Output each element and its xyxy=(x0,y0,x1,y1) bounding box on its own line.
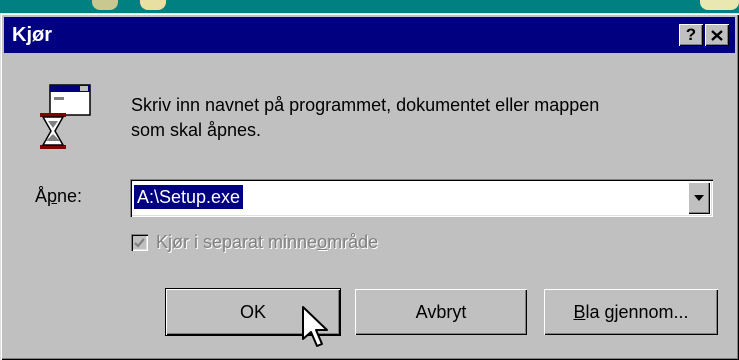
separate-memory-label-accel: o xyxy=(317,232,328,252)
separate-memory-label: Kjør i separat minneområde xyxy=(156,232,378,253)
dropdown-arrow-icon xyxy=(694,195,704,201)
open-label-accel: p xyxy=(47,186,58,206)
close-button[interactable] xyxy=(705,24,729,46)
open-label: Åpne: xyxy=(35,186,82,207)
help-button[interactable]: ? xyxy=(679,24,703,46)
run-dialog: Kjør ? Skriv inn navnet på programmet, d… xyxy=(0,13,739,360)
separate-memory-checkbox[interactable] xyxy=(131,234,148,251)
separate-memory-option: Kjør i separat minneområde xyxy=(131,232,378,253)
title-bar[interactable]: Kjør ? xyxy=(4,17,735,53)
open-combobox[interactable]: A:\Setup.exe xyxy=(130,179,713,217)
browse-label-accel: B xyxy=(573,301,586,322)
browse-button[interactable]: Bla gjennom... xyxy=(544,289,718,335)
open-label-post: ne: xyxy=(57,186,83,206)
open-label-pre: Å xyxy=(35,186,48,206)
desktop-icon-fragment xyxy=(140,0,166,10)
window-title: Kjør xyxy=(12,23,52,46)
program-hourglass-icon xyxy=(40,84,91,149)
cancel-button[interactable]: Avbryt xyxy=(355,289,527,335)
open-input-value[interactable]: A:\Setup.exe xyxy=(134,185,244,209)
instruction-text: Skriv inn navnet på programmet, dokument… xyxy=(131,93,711,143)
instruction-line-2: som skal åpnes. xyxy=(131,120,262,140)
desktop-icon-fragment xyxy=(700,0,739,10)
separate-memory-label-pre: Kjør i separat minne xyxy=(156,232,318,252)
dropdown-button[interactable] xyxy=(688,182,710,214)
mouse-pointer-icon xyxy=(302,306,328,347)
instruction-line-1: Skriv inn navnet på programmet, dokument… xyxy=(131,95,600,115)
browse-label-rest: la gjennom... xyxy=(585,301,689,322)
close-icon xyxy=(711,29,723,41)
desktop-icon-fragment xyxy=(92,0,118,10)
checkmark-icon xyxy=(134,237,145,248)
separate-memory-label-post: mråde xyxy=(327,232,379,252)
